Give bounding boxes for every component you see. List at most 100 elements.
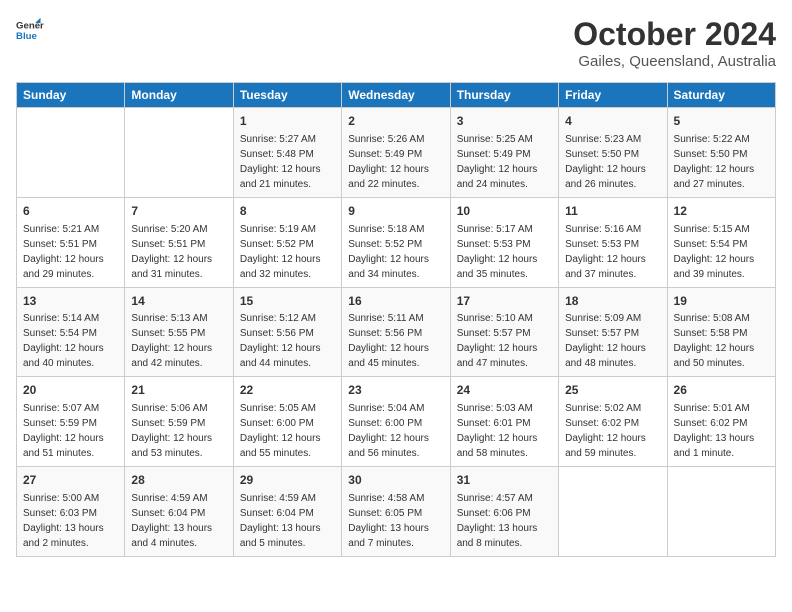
- day-number: 6: [23, 203, 118, 220]
- day-number: 20: [23, 382, 118, 399]
- title-block: October 2024 Gailes, Queensland, Austral…: [573, 16, 776, 70]
- day-info: Sunrise: 5:06 AM Sunset: 5:59 PM Dayligh…: [131, 401, 226, 461]
- header-tuesday: Tuesday: [233, 83, 341, 108]
- calendar-cell: [125, 108, 233, 198]
- header-wednesday: Wednesday: [342, 83, 450, 108]
- day-info: Sunrise: 5:18 AM Sunset: 5:52 PM Dayligh…: [348, 222, 443, 282]
- calendar-cell: 7 Sunrise: 5:20 AM Sunset: 5:51 PM Daylig…: [125, 197, 233, 287]
- day-number: 4: [565, 113, 660, 130]
- calendar-cell: 19Sunrise: 5:08 AM Sunset: 5:58 PM Dayli…: [667, 287, 775, 377]
- calendar-cell: [667, 467, 775, 557]
- calendar-cell: 26Sunrise: 5:01 AM Sunset: 6:02 PM Dayli…: [667, 377, 775, 467]
- day-info: Sunrise: 5:21 AM Sunset: 5:51 PM Dayligh…: [23, 222, 118, 282]
- calendar-cell: 6 Sunrise: 5:21 AM Sunset: 5:51 PM Daylig…: [17, 197, 125, 287]
- calendar-cell: 16Sunrise: 5:11 AM Sunset: 5:56 PM Dayli…: [342, 287, 450, 377]
- calendar-cell: 13Sunrise: 5:14 AM Sunset: 5:54 PM Dayli…: [17, 287, 125, 377]
- calendar-cell: 31 Sunrise: 4:57 AM Sunset: 6:06 PM Dayli…: [450, 467, 558, 557]
- day-number: 12: [674, 203, 769, 220]
- calendar-cell: 29Sunrise: 4:59 AM Sunset: 6:04 PM Dayli…: [233, 467, 341, 557]
- day-info: Sunrise: 5:11 AM Sunset: 5:56 PM Dayligh…: [348, 311, 443, 371]
- day-info: Sunrise: 4:59 AM Sunset: 6:04 PM Dayligh…: [131, 491, 226, 551]
- day-number: 15: [240, 293, 335, 310]
- day-info: Sunrise: 5:20 AM Sunset: 5:51 PM Dayligh…: [131, 222, 226, 282]
- calendar-week-4: 20Sunrise: 5:07 AM Sunset: 5:59 PM Dayli…: [17, 377, 776, 467]
- day-number: 31: [457, 472, 552, 489]
- calendar-cell: 15Sunrise: 5:12 AM Sunset: 5:56 PM Dayli…: [233, 287, 341, 377]
- calendar-cell: 25Sunrise: 5:02 AM Sunset: 6:02 PM Dayli…: [559, 377, 667, 467]
- day-number: 9: [348, 203, 443, 220]
- calendar-cell: 28 Sunrise: 4:59 AM Sunset: 6:04 PM Dayli…: [125, 467, 233, 557]
- calendar-cell: 11 Sunrise: 5:16 AM Sunset: 5:53 PM Dayli…: [559, 197, 667, 287]
- calendar-subtitle: Gailes, Queensland, Australia: [573, 53, 776, 70]
- calendar-cell: 14Sunrise: 5:13 AM Sunset: 5:55 PM Dayli…: [125, 287, 233, 377]
- day-info: Sunrise: 5:03 AM Sunset: 6:01 PM Dayligh…: [457, 401, 552, 461]
- calendar-cell: 21 Sunrise: 5:06 AM Sunset: 5:59 PM Dayli…: [125, 377, 233, 467]
- day-info: Sunrise: 4:58 AM Sunset: 6:05 PM Dayligh…: [348, 491, 443, 551]
- day-number: 17: [457, 293, 552, 310]
- day-info: Sunrise: 4:57 AM Sunset: 6:06 PM Dayligh…: [457, 491, 552, 551]
- calendar-cell: [17, 108, 125, 198]
- calendar-header-row: SundayMondayTuesdayWednesdayThursdayFrid…: [17, 83, 776, 108]
- day-info: Sunrise: 5:12 AM Sunset: 5:56 PM Dayligh…: [240, 311, 335, 371]
- calendar-week-2: 6 Sunrise: 5:21 AM Sunset: 5:51 PM Daylig…: [17, 197, 776, 287]
- calendar-week-5: 27 Sunrise: 5:00 AM Sunset: 6:03 PM Dayli…: [17, 467, 776, 557]
- page-header: General Blue October 2024 Gailes, Queens…: [16, 16, 776, 70]
- calendar-cell: 23Sunrise: 5:04 AM Sunset: 6:00 PM Dayli…: [342, 377, 450, 467]
- logo-icon: General Blue: [16, 16, 44, 44]
- calendar-cell: 10Sunrise: 5:17 AM Sunset: 5:53 PM Dayli…: [450, 197, 558, 287]
- day-number: 2: [348, 113, 443, 130]
- day-info: Sunrise: 5:25 AM Sunset: 5:49 PM Dayligh…: [457, 132, 552, 192]
- calendar-table: SundayMondayTuesdayWednesdayThursdayFrid…: [16, 82, 776, 557]
- day-number: 26: [674, 382, 769, 399]
- day-info: Sunrise: 5:15 AM Sunset: 5:54 PM Dayligh…: [674, 222, 769, 282]
- calendar-cell: 4 Sunrise: 5:23 AM Sunset: 5:50 PM Daylig…: [559, 108, 667, 198]
- day-info: Sunrise: 5:14 AM Sunset: 5:54 PM Dayligh…: [23, 311, 118, 371]
- calendar-title: October 2024: [573, 16, 776, 53]
- day-info: Sunrise: 5:23 AM Sunset: 5:50 PM Dayligh…: [565, 132, 660, 192]
- calendar-cell: 12 Sunrise: 5:15 AM Sunset: 5:54 PM Dayli…: [667, 197, 775, 287]
- calendar-week-1: 1 Sunrise: 5:27 AM Sunset: 5:48 PM Daylig…: [17, 108, 776, 198]
- calendar-cell: [559, 467, 667, 557]
- day-number: 21: [131, 382, 226, 399]
- header-saturday: Saturday: [667, 83, 775, 108]
- day-info: Sunrise: 5:26 AM Sunset: 5:49 PM Dayligh…: [348, 132, 443, 192]
- day-number: 23: [348, 382, 443, 399]
- day-number: 22: [240, 382, 335, 399]
- day-number: 24: [457, 382, 552, 399]
- calendar-cell: 20Sunrise: 5:07 AM Sunset: 5:59 PM Dayli…: [17, 377, 125, 467]
- day-number: 25: [565, 382, 660, 399]
- header-thursday: Thursday: [450, 83, 558, 108]
- calendar-cell: 30Sunrise: 4:58 AM Sunset: 6:05 PM Dayli…: [342, 467, 450, 557]
- svg-text:Blue: Blue: [16, 31, 37, 42]
- day-number: 7: [131, 203, 226, 220]
- day-number: 29: [240, 472, 335, 489]
- day-info: Sunrise: 5:19 AM Sunset: 5:52 PM Dayligh…: [240, 222, 335, 282]
- day-number: 16: [348, 293, 443, 310]
- day-number: 3: [457, 113, 552, 130]
- day-info: Sunrise: 5:00 AM Sunset: 6:03 PM Dayligh…: [23, 491, 118, 551]
- day-info: Sunrise: 5:27 AM Sunset: 5:48 PM Dayligh…: [240, 132, 335, 192]
- day-info: Sunrise: 5:05 AM Sunset: 6:00 PM Dayligh…: [240, 401, 335, 461]
- day-number: 13: [23, 293, 118, 310]
- calendar-cell: 3 Sunrise: 5:25 AM Sunset: 5:49 PM Daylig…: [450, 108, 558, 198]
- calendar-cell: 2 Sunrise: 5:26 AM Sunset: 5:49 PM Daylig…: [342, 108, 450, 198]
- header-friday: Friday: [559, 83, 667, 108]
- day-info: Sunrise: 5:08 AM Sunset: 5:58 PM Dayligh…: [674, 311, 769, 371]
- day-number: 28: [131, 472, 226, 489]
- calendar-cell: 9 Sunrise: 5:18 AM Sunset: 5:52 PM Daylig…: [342, 197, 450, 287]
- day-number: 27: [23, 472, 118, 489]
- day-info: Sunrise: 5:09 AM Sunset: 5:57 PM Dayligh…: [565, 311, 660, 371]
- calendar-cell: 5 Sunrise: 5:22 AM Sunset: 5:50 PM Daylig…: [667, 108, 775, 198]
- day-number: 8: [240, 203, 335, 220]
- day-number: 5: [674, 113, 769, 130]
- day-number: 19: [674, 293, 769, 310]
- header-sunday: Sunday: [17, 83, 125, 108]
- day-number: 1: [240, 113, 335, 130]
- calendar-cell: 22 Sunrise: 5:05 AM Sunset: 6:00 PM Dayli…: [233, 377, 341, 467]
- day-info: Sunrise: 5:10 AM Sunset: 5:57 PM Dayligh…: [457, 311, 552, 371]
- day-info: Sunrise: 5:16 AM Sunset: 5:53 PM Dayligh…: [565, 222, 660, 282]
- day-info: Sunrise: 5:22 AM Sunset: 5:50 PM Dayligh…: [674, 132, 769, 192]
- calendar-cell: 24 Sunrise: 5:03 AM Sunset: 6:01 PM Dayli…: [450, 377, 558, 467]
- day-number: 11: [565, 203, 660, 220]
- calendar-week-3: 13Sunrise: 5:14 AM Sunset: 5:54 PM Dayli…: [17, 287, 776, 377]
